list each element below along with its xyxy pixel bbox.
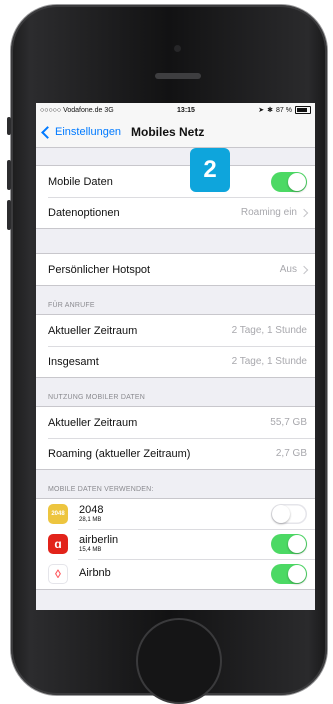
mute-switch <box>7 117 11 135</box>
app-size: 28,1 MB <box>79 517 102 523</box>
clock: 13:15 <box>177 106 195 114</box>
app-airberlin-icon: ɑ <box>48 534 68 554</box>
carrier-label: ○○○○○ Vodafone.de 3G <box>40 106 114 114</box>
usage-current-row: Aktueller Zeitraum 55,7 GB <box>36 407 315 438</box>
app-airberlin-toggle[interactable] <box>271 534 307 554</box>
calls-total-label: Insgesamt <box>48 355 99 368</box>
navigation-bar: Einstellungen Mobiles Netz <box>36 117 315 148</box>
mobile-data-row: Mobile Daten <box>36 166 315 197</box>
chevron-right-icon <box>299 208 309 217</box>
hotspot-label: Persönlicher Hotspot <box>48 263 151 276</box>
data-options-row[interactable]: Datenoptionen Roaming ein <box>36 197 315 228</box>
volume-down-button <box>7 200 11 230</box>
app-2048-icon: 2048 <box>48 504 68 524</box>
apps-section-header: MOBILE DATEN VERWENDEN: <box>48 486 154 493</box>
usage-current-label: Aktueller Zeitraum <box>48 416 138 429</box>
list-item: ɑ airberlin 15,4 MB <box>36 529 315 559</box>
data-options-label: Datenoptionen <box>48 206 120 219</box>
app-2048-toggle[interactable] <box>271 504 307 524</box>
app-airbnb-icon: ◊ <box>48 564 68 584</box>
calls-current-row: Aktueller Zeitraum 2 Tage, 1 Stunde <box>36 315 315 346</box>
location-icon: ➤ <box>258 107 265 114</box>
mobile-data-label: Mobile Daten <box>48 175 113 188</box>
status-right: ➤ ✱ 87 % <box>258 106 311 114</box>
status-bar: ○○○○○ Vodafone.de 3G 13:15 ➤ ✱ 87 % <box>36 103 315 117</box>
hotspot-group: Persönlicher Hotspot Aus <box>36 253 315 286</box>
app-name: Airbnb <box>79 567 111 579</box>
back-button[interactable]: Einstellungen <box>40 125 122 139</box>
calls-section-header: FÜR ANRUFE <box>48 302 95 309</box>
mobile-data-toggle[interactable] <box>271 171 307 192</box>
hotspot-row[interactable]: Persönlicher Hotspot Aus <box>36 254 315 285</box>
usage-roaming-value: 2,7 GB <box>275 448 307 459</box>
bluetooth-icon: ✱ <box>267 107 274 114</box>
usage-section-header: NUTZUNG MOBILER DATEN <box>48 394 146 401</box>
screen: ○○○○○ Vodafone.de 3G 13:15 ➤ ✱ 87 % Eins… <box>36 103 315 610</box>
volume-up-button <box>7 160 11 190</box>
app-airbnb-toggle[interactable] <box>271 564 307 584</box>
calls-total-row: Insgesamt 2 Tage, 1 Stunde <box>36 346 315 377</box>
step-number-badge: 2 <box>190 148 230 192</box>
usage-group: Aktueller Zeitraum 55,7 GB Roaming (aktu… <box>36 406 315 470</box>
back-label: Einstellungen <box>55 126 122 138</box>
page-title: Mobiles Netz <box>131 125 205 139</box>
usage-current-value: 55,7 GB <box>270 417 307 428</box>
mobile-data-group: Mobile Daten Datenoptionen Roaming ein <box>36 165 315 229</box>
list-item: ◊ Airbnb <box>36 559 315 589</box>
list-item: 2048 2048 28,1 MB <box>36 499 315 529</box>
calls-total-value: 2 Tage, 1 Stunde <box>231 356 307 367</box>
app-name: airberlin <box>79 534 119 546</box>
camera-dot <box>174 45 181 52</box>
battery-percent: 87 % <box>276 106 292 114</box>
apps-group: 2048 2048 28,1 MB ɑ airberlin 15,4 MB ◊ … <box>36 498 315 590</box>
data-options-value: Roaming ein <box>240 207 297 218</box>
chevron-right-icon <box>299 265 309 274</box>
calls-current-label: Aktueller Zeitraum <box>48 324 138 337</box>
app-name: 2048 <box>79 504 104 516</box>
usage-roaming-row: Roaming (aktueller Zeitraum) 2,7 GB <box>36 438 315 469</box>
earpiece-speaker <box>155 73 201 79</box>
calls-current-value: 2 Tage, 1 Stunde <box>231 325 307 336</box>
back-chevron-icon <box>41 125 54 139</box>
calls-group: Aktueller Zeitraum 2 Tage, 1 Stunde Insg… <box>36 314 315 378</box>
hotspot-value: Aus <box>279 264 297 275</box>
battery-icon <box>295 106 311 114</box>
app-size: 15,4 MB <box>79 547 102 553</box>
usage-roaming-label: Roaming (aktueller Zeitraum) <box>48 447 191 460</box>
home-button[interactable] <box>136 618 222 704</box>
